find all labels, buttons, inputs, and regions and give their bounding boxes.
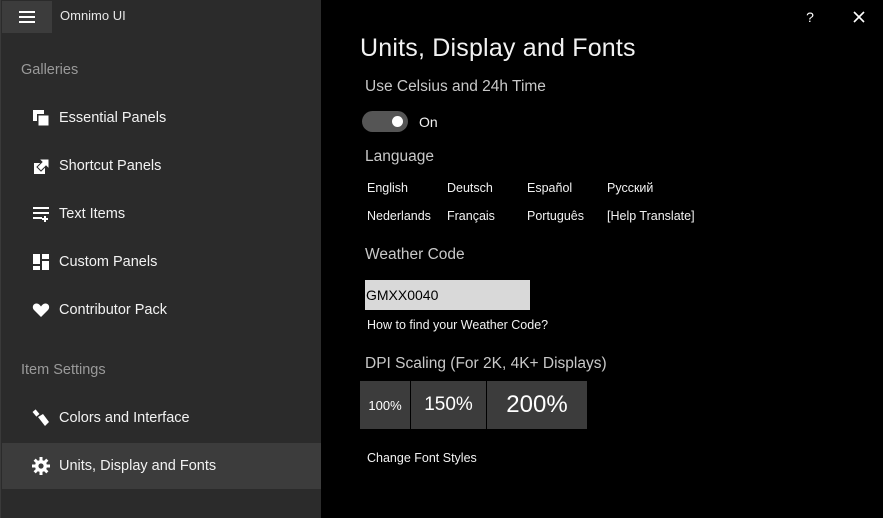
sidebar-item-essential-panels[interactable]: Essential Panels xyxy=(2,95,321,141)
sidebar-item-label: Custom Panels xyxy=(59,254,158,270)
help-translate-link[interactable]: [Help Translate] xyxy=(607,209,695,223)
heart-icon xyxy=(31,300,51,320)
sidebar-item-label: Text Items xyxy=(59,206,126,222)
sidebar-item-units-display-fonts[interactable]: Units, Display and Fonts xyxy=(2,443,321,489)
language-nederlands[interactable]: Nederlands xyxy=(367,209,431,223)
shortcut-arrow-icon xyxy=(31,156,51,176)
sidebar-item-colors-interface[interactable]: Colors and Interface xyxy=(2,395,321,441)
panels-stack-icon xyxy=(31,108,51,128)
weather-code-label: Weather Code xyxy=(365,246,465,263)
hamburger-icon xyxy=(19,11,35,23)
sidebar-item-shortcut-panels[interactable]: Shortcut Panels xyxy=(2,143,321,189)
language-label: Language xyxy=(365,148,434,165)
units-toggle[interactable] xyxy=(362,111,408,132)
dpi-200-button[interactable]: 200% xyxy=(487,381,587,429)
custom-panels-icon xyxy=(31,252,51,272)
item-settings-header: Item Settings xyxy=(21,362,106,378)
page-title: Units, Display and Fonts xyxy=(360,34,636,62)
sidebar-item-label: Colors and Interface xyxy=(59,410,190,426)
sidebar-item-text-items[interactable]: Text Items xyxy=(2,191,321,237)
gear-icon xyxy=(31,456,51,476)
units-toggle-state: On xyxy=(419,114,438,130)
sidebar-item-label: Contributor Pack xyxy=(59,302,167,318)
sidebar-item-custom-panels[interactable]: Custom Panels xyxy=(2,239,321,285)
units-label: Use Celsius and 24h Time xyxy=(365,78,546,95)
language-deutsch[interactable]: Deutsch xyxy=(447,181,493,195)
help-button[interactable]: ? xyxy=(797,6,823,28)
sidebar: Omnimo UI Galleries Essential Panels Sho… xyxy=(0,0,321,518)
sidebar-item-contributor-pack[interactable]: Contributor Pack xyxy=(2,287,321,333)
hamburger-menu-button[interactable] xyxy=(2,1,52,33)
dpi-scaling-label: DPI Scaling (For 2K, 4K+ Displays) xyxy=(365,355,607,372)
language-english[interactable]: English xyxy=(367,181,408,195)
close-icon xyxy=(853,11,865,23)
language-russian[interactable]: Русский xyxy=(607,181,653,195)
dpi-100-button[interactable]: 100% xyxy=(360,381,410,429)
weather-code-input[interactable] xyxy=(365,280,530,310)
sidebar-item-label: Units, Display and Fonts xyxy=(59,458,217,474)
close-button[interactable] xyxy=(846,6,872,28)
toggle-knob xyxy=(392,116,403,127)
language-portugues[interactable]: Português xyxy=(527,209,584,223)
change-font-styles-link[interactable]: Change Font Styles xyxy=(367,451,477,465)
dpi-150-button[interactable]: 150% xyxy=(411,381,486,429)
weather-code-help-link[interactable]: How to find your Weather Code? xyxy=(367,318,548,332)
text-lines-icon xyxy=(31,204,51,224)
language-francais[interactable]: Français xyxy=(447,209,495,223)
app-title: Omnimo UI xyxy=(60,8,126,23)
paint-brush-icon xyxy=(31,408,51,428)
sidebar-item-label: Shortcut Panels xyxy=(59,158,162,174)
galleries-header: Galleries xyxy=(21,62,79,78)
sidebar-item-label: Essential Panels xyxy=(59,110,167,126)
language-espanol[interactable]: Español xyxy=(527,181,572,195)
